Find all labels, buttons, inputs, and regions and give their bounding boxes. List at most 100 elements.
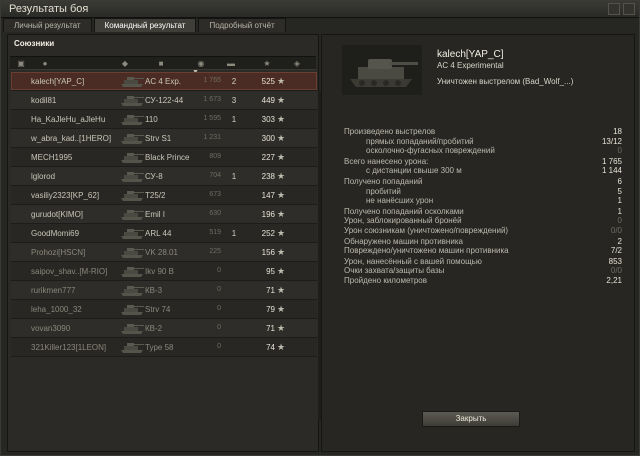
- star-icon: ★: [277, 76, 286, 86]
- stat-row: Урон, заблокированный бронёй 0: [344, 216, 622, 226]
- tank-name-cell: Type 58: [145, 343, 174, 352]
- damage-cell: 0: [217, 343, 221, 350]
- minimize-button[interactable]: [608, 3, 620, 15]
- status-icon: [17, 286, 25, 294]
- stat-value: 853: [608, 256, 622, 266]
- stats-list: Произведено выстрелов 18 прямых попаданий/…: [344, 127, 622, 286]
- stat-label: прямых попаданий/пробитий: [366, 136, 474, 146]
- star-icon: ★: [277, 285, 286, 295]
- frags-cell: 1: [231, 229, 237, 238]
- stat-row: Урон союзникам (уничтожено/повреждений) 0…: [344, 226, 622, 236]
- table-row[interactable]: 321Killer123[1LEON] Type 58 0 74 ★: [11, 338, 317, 357]
- stat-value: 1 765: [601, 156, 622, 166]
- player-name-cell: vovan3090: [31, 324, 71, 333]
- stat-value: 5: [617, 186, 622, 196]
- damage-cell: 519: [209, 229, 221, 236]
- damage-cell: 0: [217, 286, 221, 293]
- status-icon: [17, 305, 25, 313]
- player-name-cell: w_abra_kad..[1HERO]: [31, 134, 112, 143]
- stat-row: Урон, нанесённый с вашей помощью 853: [344, 257, 622, 267]
- stat-label: осколочно-фугасных повреждений: [366, 146, 495, 156]
- tab-bar: Личный результат Командный результат Под…: [3, 18, 288, 32]
- tank-portrait-icon: [342, 45, 422, 95]
- stat-label: Урон союзникам (уничтожено/повреждений): [344, 225, 509, 235]
- battle-results-window: Результаты боя Личный результат Командны…: [0, 0, 640, 456]
- xp-cell: 303: [261, 115, 275, 124]
- table-row[interactable]: gurudot[KIMO] Emil I 630 196 ★: [11, 205, 317, 224]
- table-row[interactable]: w_abra_kad..[1HERO] Strv S1 1 231 300 ★: [11, 129, 317, 148]
- frags-cell: 3: [231, 96, 237, 105]
- table-row[interactable]: GoodMomi69 ARL 44 519 1 252 ★: [11, 224, 317, 243]
- stat-label: пробитий: [366, 186, 401, 196]
- tank-icon: [121, 305, 144, 315]
- stat-row: Очки захвата/защиты базы 0/0: [344, 266, 622, 276]
- tank-icon: [121, 248, 144, 258]
- stat-row: Получено попаданий осколками 1: [344, 207, 622, 217]
- star-icon: ★: [277, 190, 286, 200]
- xp-cell: 147: [261, 191, 275, 200]
- stat-value: 7/2: [610, 246, 622, 256]
- stat-row: не нанёсших урон 1: [344, 196, 622, 206]
- damage-cell: 809: [209, 153, 221, 160]
- stat-value: 1 144: [601, 166, 622, 176]
- squad-column-icon[interactable]: ▣: [16, 59, 26, 68]
- tank-icon: [121, 77, 144, 87]
- table-row[interactable]: vovan3090 КВ-2 0 71 ★: [11, 319, 317, 338]
- tank-name-cell: ARL 44: [145, 229, 172, 238]
- close-button[interactable]: Закрыть: [422, 411, 520, 427]
- stat-row: прямых попаданий/пробитий 13/12: [344, 137, 622, 147]
- status-icon: [17, 229, 25, 237]
- frags-column-icon[interactable]: ▬: [226, 59, 236, 68]
- status-icon: [17, 172, 25, 180]
- vehicle-column-icon[interactable]: ◆: [120, 59, 130, 68]
- player-column-icon[interactable]: ●: [40, 59, 50, 68]
- star-icon: ★: [277, 266, 286, 276]
- stat-label: Пройдено километров: [344, 275, 427, 285]
- table-row[interactable]: kalech[YAP_C] AC 4 Exp. 1 765 2 525 ★: [11, 72, 317, 91]
- table-row[interactable]: saipov_shav..[M-RIO] Ikv 90 B 0 95 ★: [11, 262, 317, 281]
- tier-column-icon[interactable]: ■: [156, 59, 166, 68]
- table-row[interactable]: vasiliy2323[KP_62] T25/2 673 147 ★: [11, 186, 317, 205]
- table-row[interactable]: MECH1995 Black Prince 809 227 ★: [11, 148, 317, 167]
- table-row[interactable]: Ha_KaJleHu_aJleHu 110 1 595 1 303 ★: [11, 110, 317, 129]
- player-name-cell: saipov_shav..[M-RIO]: [31, 267, 108, 276]
- tank-icon: [121, 286, 144, 296]
- player-name-cell: MECH1995: [31, 153, 73, 162]
- stat-label: Очки захвата/защиты базы: [344, 266, 445, 276]
- player-tank: AC 4 Experimental: [437, 61, 504, 70]
- tab-team-result[interactable]: Командный результат: [93, 18, 197, 32]
- player-name-cell: kalech[YAP_C]: [31, 77, 85, 86]
- status-icon: [17, 343, 25, 351]
- xp-column-icon[interactable]: ★: [262, 59, 272, 68]
- stat-value: 18: [613, 127, 622, 136]
- stat-value: 0/0: [610, 225, 622, 235]
- stat-value: 2: [617, 236, 622, 246]
- player-name-cell: leha_1000_32: [31, 305, 82, 314]
- star-icon: ★: [277, 95, 286, 105]
- star-icon: ★: [277, 133, 286, 143]
- table-row[interactable]: leha_1000_32 Strv 74 0 79 ★: [11, 300, 317, 319]
- damage-cell: 1 765: [203, 77, 221, 84]
- table-row[interactable]: rurikmen777 КВ-3 0 71 ★: [11, 281, 317, 300]
- xp-cell: 196: [261, 210, 275, 219]
- tab-personal-result[interactable]: Личный результат: [3, 18, 92, 32]
- xp-cell: 300: [261, 134, 275, 143]
- star-icon: ★: [277, 247, 286, 257]
- star-icon: ★: [277, 228, 286, 238]
- tank-name-cell: VK 28.01: [145, 248, 178, 257]
- table-row[interactable]: Prohozi[HSCN] VK 28.01 225 156 ★: [11, 243, 317, 262]
- stat-row: Всего нанесено урона: 1 765: [344, 157, 622, 167]
- table-row[interactable]: kodil81 СУ-122-44 1 673 3 449 ★: [11, 91, 317, 110]
- close-window-button[interactable]: [623, 3, 635, 15]
- xp-cell: 252: [261, 229, 275, 238]
- medal-column-icon[interactable]: ◈: [292, 59, 302, 68]
- stat-row: Повреждено/уничтожено машин противника 7/…: [344, 246, 622, 256]
- damage-column-icon[interactable]: ◉: [196, 59, 206, 68]
- allies-panel: Союзники ▣ ● ◆ ■ ◉ ▬ ★ ◈ ▼ kalech[YAP_C]…: [7, 34, 322, 452]
- stat-value: 2,21: [606, 275, 622, 285]
- stat-value: 1: [617, 196, 622, 206]
- table-row[interactable]: lglorod СУ-8 704 1 238 ★: [11, 167, 317, 186]
- damage-cell: 0: [217, 324, 221, 331]
- tab-detailed-report[interactable]: Подробный отчёт: [198, 18, 286, 32]
- stat-row: Получено попаданий 6: [344, 177, 622, 187]
